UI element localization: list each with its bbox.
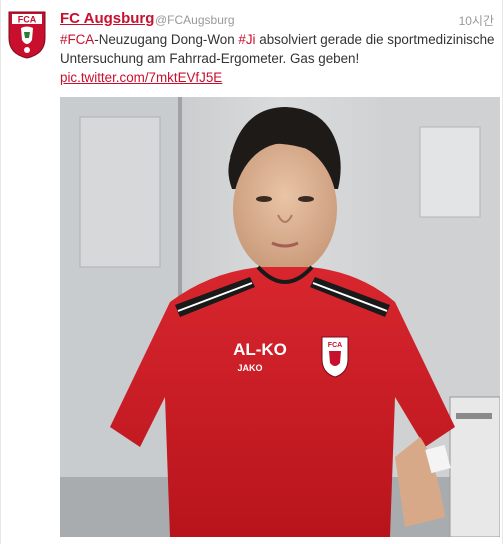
avatar[interactable]: FCA — [7, 10, 47, 60]
shirt-badge-label: FCA — [328, 342, 342, 349]
shirt-brand: JAKO — [237, 363, 262, 373]
crest-label: FCA — [18, 15, 37, 25]
hashtag-fca[interactable]: #FCA — [60, 32, 94, 47]
tweet-text-part1: -Neuzugang Dong-Won — [94, 32, 239, 47]
tweet-text: #FCA-Neuzugang Dong-Won #Ji absolviert g… — [60, 30, 500, 87]
hashtag-ji[interactable]: #Ji — [238, 32, 255, 47]
shirt-sponsor: AL-KO — [233, 340, 287, 359]
tweet-timestamp[interactable]: 10시간 — [459, 12, 494, 29]
tweet-photo[interactable]: AL-KO JAKO FCA — [60, 97, 500, 537]
photo-link[interactable]: pic.twitter.com/7mktEVfJ5E — [60, 70, 222, 85]
author-name[interactable]: FC Augsburg — [60, 10, 154, 27]
photo-image: AL-KO JAKO FCA — [60, 97, 500, 537]
author-handle[interactable]: @FCAugsburg — [155, 13, 235, 27]
fca-crest-icon: FCA — [8, 11, 46, 59]
tweet-card: FCA FC Augsburg @FCAugsburg 10시간 #FCA-Ne… — [0, 0, 503, 544]
shirt-badge-icon: FCA — [321, 336, 349, 378]
